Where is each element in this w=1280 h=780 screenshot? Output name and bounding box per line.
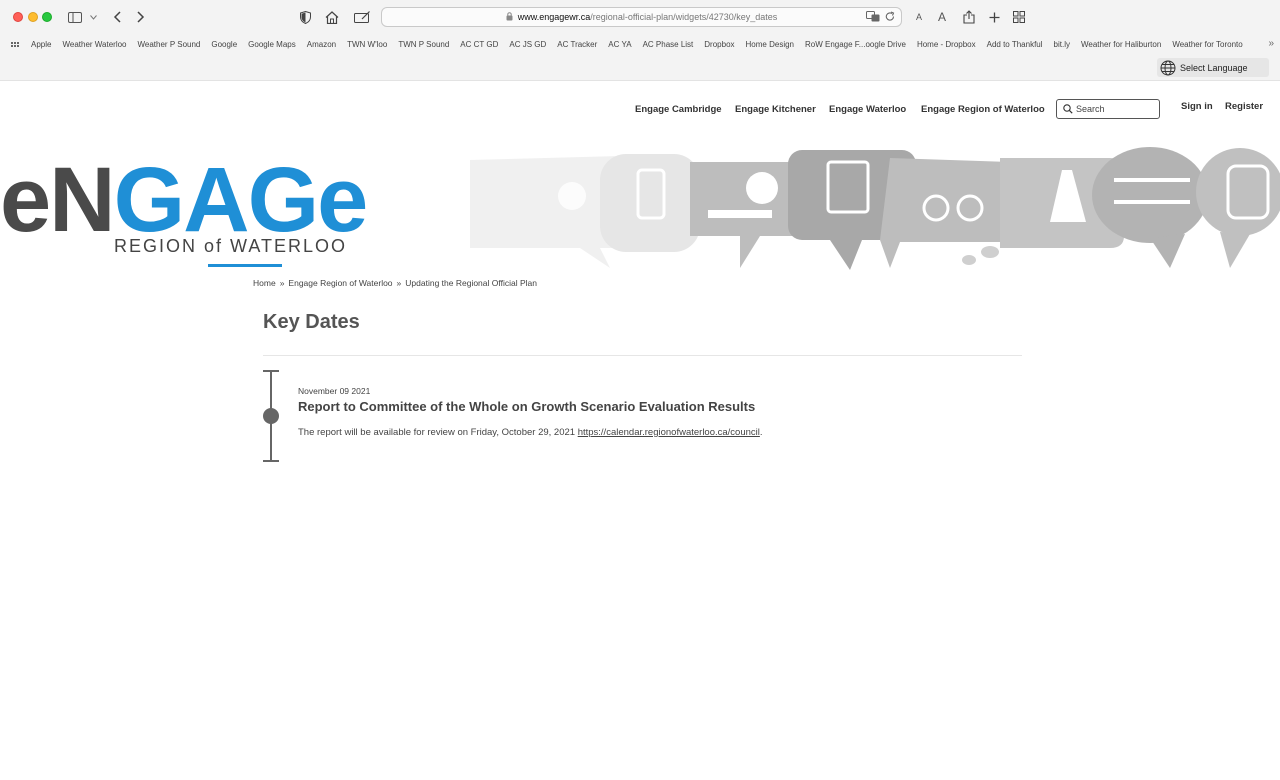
site-nav: Engage Cambridge Engage Kitchener Engage…	[0, 99, 1280, 119]
url-bar[interactable]: www.engagewr.ca/regional-official-plan/w…	[381, 7, 902, 27]
engage-logo[interactable]: eNGAGe	[0, 154, 368, 246]
nav-engage-waterloo[interactable]: Engage Waterloo	[829, 104, 906, 115]
event-description-end: .	[759, 427, 763, 438]
select-language-label: Select Language	[1180, 62, 1248, 73]
close-window-button[interactable]	[13, 12, 23, 22]
sidebar-icon[interactable]	[67, 7, 83, 27]
bookmark-item[interactable]: Add to Thankful	[987, 40, 1043, 49]
bookmark-item[interactable]: Weather Waterloo	[62, 40, 126, 49]
logo-subtitle: REGION of WATERLOO	[114, 236, 348, 256]
council-calendar-link[interactable]: https://calendar.regionofwaterloo.ca/cou…	[578, 427, 760, 438]
home-icon[interactable]	[324, 7, 340, 27]
event-description-text: The report will be available for review …	[298, 427, 578, 438]
bookmark-item[interactable]: RoW Engage F...oogle Drive	[805, 40, 906, 49]
bookmark-item[interactable]: AC Phase List	[643, 40, 694, 49]
breadcrumb: Home» Engage Region of Waterloo» Updating …	[253, 278, 537, 288]
text-smaller-button[interactable]: A	[912, 7, 926, 27]
grid-icon[interactable]	[11, 41, 21, 47]
divider	[263, 355, 1022, 356]
reload-icon[interactable]	[885, 11, 895, 24]
bookmark-item[interactable]: Weather for Haliburton	[1081, 40, 1161, 49]
sign-in-link[interactable]: Sign in	[1181, 101, 1213, 112]
translate-bar: Select Language	[0, 54, 1280, 81]
bookmark-item[interactable]: Weather for Toronto	[1172, 40, 1242, 49]
search-box	[1056, 99, 1160, 119]
chevron-down-icon[interactable]	[88, 7, 98, 27]
breadcrumb-home[interactable]: Home	[253, 278, 276, 288]
timeline-dot	[263, 408, 279, 424]
bookmark-item[interactable]: Home - Dropbox	[917, 40, 976, 49]
nav-engage-kitchener[interactable]: Engage Kitchener	[735, 104, 816, 115]
timeline-cap-top	[263, 370, 279, 372]
logo-letter-n: N	[49, 149, 115, 251]
timeline-cap-bottom	[263, 460, 279, 462]
logo-underline	[208, 264, 282, 267]
page-title: Key Dates	[263, 311, 360, 333]
register-link[interactable]: Register	[1225, 101, 1263, 112]
engage-banner: eNGAGe REGION of WATERLOO	[0, 140, 1280, 275]
breadcrumb-separator: »	[396, 278, 402, 288]
search-icon	[1063, 104, 1073, 114]
globe-icon	[1160, 60, 1176, 75]
event-title: Report to Committee of the Whole on Grow…	[298, 399, 756, 414]
bookmark-item[interactable]: Home Design	[746, 40, 794, 49]
search-input[interactable]	[1076, 104, 1156, 114]
text-larger-button[interactable]: A	[935, 7, 949, 27]
minimize-window-button[interactable]	[28, 12, 38, 22]
select-language-button[interactable]: Select Language	[1157, 58, 1269, 77]
forward-icon[interactable]	[134, 7, 148, 27]
share-icon[interactable]	[961, 7, 977, 27]
bookmark-item[interactable]: AC JS GD	[509, 40, 546, 49]
bookmarks-overflow-button[interactable]: »	[1268, 38, 1274, 49]
bookmark-item[interactable]: Google Maps	[248, 40, 296, 49]
event-date: November 09 2021	[298, 386, 371, 396]
edit-icon[interactable]	[353, 7, 371, 27]
bookmark-item[interactable]: Amazon	[307, 40, 336, 49]
bookmark-item[interactable]: TWN P Sound	[398, 40, 449, 49]
bookmark-item[interactable]: bit.ly	[1054, 40, 1070, 49]
bookmark-item[interactable]: Dropbox	[704, 40, 734, 49]
tab-overview-icon[interactable]	[1011, 7, 1027, 27]
bookmark-item[interactable]: AC YA	[608, 40, 631, 49]
maximize-window-button[interactable]	[42, 12, 52, 22]
lock-icon	[506, 11, 513, 23]
breadcrumb-engage-region[interactable]: Engage Region of Waterloo	[288, 278, 392, 288]
event-description: The report will be available for review …	[298, 427, 763, 438]
url-path: /regional-official-plan/widgets/42730/ke…	[590, 12, 778, 22]
bookmark-item[interactable]: AC CT GD	[460, 40, 498, 49]
breadcrumb-current[interactable]: Updating the Regional Official Plan	[405, 278, 537, 288]
bookmark-item[interactable]: Google	[211, 40, 237, 49]
bookmark-item[interactable]: TWN W'loo	[347, 40, 387, 49]
back-icon[interactable]	[110, 7, 124, 27]
shield-icon[interactable]	[298, 7, 312, 27]
nav-engage-cambridge[interactable]: Engage Cambridge	[635, 104, 722, 115]
nav-engage-region-of-waterloo[interactable]: Engage Region of Waterloo	[921, 104, 1045, 115]
bookmark-item[interactable]: AC Tracker	[557, 40, 597, 49]
logo-letter-e: e	[0, 149, 51, 251]
translate-icon[interactable]	[866, 11, 880, 24]
browser-toolbar: www.engagewr.ca/regional-official-plan/w…	[0, 0, 1280, 34]
new-tab-icon[interactable]	[986, 7, 1002, 27]
breadcrumb-separator: »	[279, 278, 285, 288]
url-domain: www.engagewr.ca	[517, 12, 591, 22]
bookmarks-bar: Apple Weather Waterloo Weather P Sound G…	[0, 34, 1280, 54]
bookmark-item[interactable]: Apple	[31, 40, 51, 49]
bookmark-item[interactable]: Weather P Sound	[138, 40, 201, 49]
